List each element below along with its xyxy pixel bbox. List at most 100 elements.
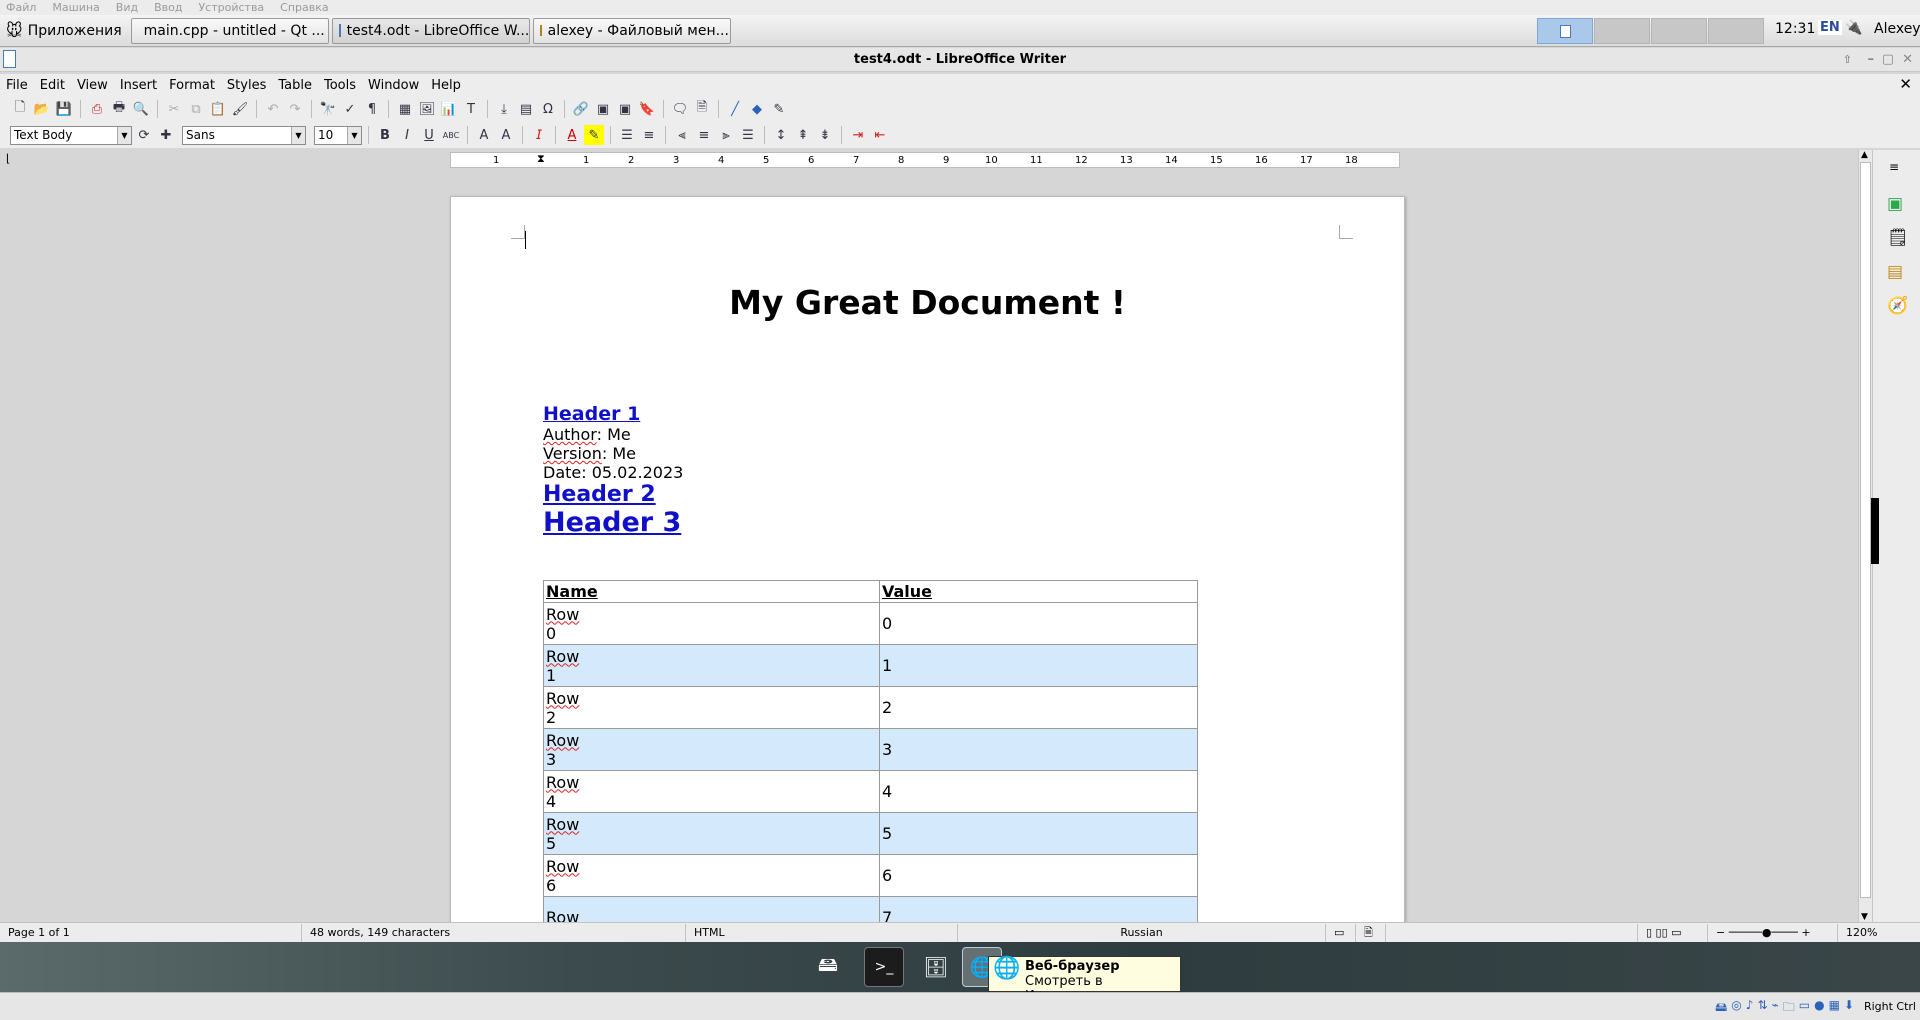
header-2-link[interactable]: Header 2 [543, 482, 683, 508]
zoom-percent[interactable]: 120% [1838, 924, 1885, 942]
menu-insert[interactable]: Insert [114, 78, 163, 93]
taskbar-item-files[interactable]: alexey - Файловый мен... [532, 17, 731, 44]
scroll-up-icon[interactable]: ▲ [1861, 150, 1868, 160]
menu-file[interactable]: File [0, 78, 34, 93]
increase-paragraph-spacing-icon[interactable]: ⇞ [793, 125, 813, 145]
minimize-icon[interactable]: – [1868, 48, 1875, 72]
scroll-down-icon[interactable]: ▼ [1861, 912, 1868, 922]
menu-edit[interactable]: Edit [34, 78, 71, 93]
table-cell-name[interactable]: Row 1 [543, 644, 880, 687]
shared-folders-icon[interactable]: 🗀 [1783, 998, 1795, 1019]
decrease-paragraph-spacing-icon[interactable]: ⇟ [815, 125, 835, 145]
video-capture-icon[interactable]: ● [1814, 998, 1824, 1019]
table-cell-name[interactable]: Row 5 [543, 812, 880, 855]
table-cell-name[interactable]: Row 0 [543, 602, 880, 645]
save-icon[interactable]: 💾 [54, 99, 74, 119]
vm-menu-machine[interactable]: Машина [52, 1, 99, 14]
align-right-icon[interactable]: ⫸ [716, 125, 736, 145]
highlight-color-icon[interactable]: ✎ [584, 125, 604, 145]
spelling-icon[interactable]: ✓ [340, 99, 360, 119]
grow-font-icon[interactable]: A [474, 125, 494, 145]
close-document-icon[interactable]: ✕ [1899, 75, 1912, 93]
table-cell-name[interactable]: Row 6 [543, 854, 880, 897]
vm-menu-file[interactable]: Файл [6, 1, 36, 14]
chevron-down-icon[interactable]: ▼ [347, 126, 361, 144]
maximize-icon[interactable]: ▢ [1882, 48, 1894, 72]
increase-indent-icon[interactable]: ⇥ [848, 125, 868, 145]
view-layout-icons[interactable]: ▯ ▯▯ ▭ [1638, 923, 1708, 942]
paragraph-style-combo[interactable]: Text Body ▼ [10, 125, 132, 145]
gallery-icon[interactable]: ▤ [1887, 262, 1903, 282]
table-cell-value[interactable]: 3 [879, 728, 1198, 771]
basic-shapes-icon[interactable]: ◆ [747, 99, 767, 119]
insert-image-icon[interactable]: 🖼 [417, 99, 437, 119]
update-style-icon[interactable]: ⟳ [134, 125, 154, 145]
menu-format[interactable]: Format [163, 78, 221, 93]
footnote-icon[interactable]: ▣ [593, 99, 613, 119]
table-cell-value[interactable]: 6 [879, 854, 1198, 897]
menu-window[interactable]: Window [362, 78, 425, 93]
word-count[interactable]: 48 words, 149 characters [302, 923, 686, 942]
italic-icon[interactable]: I [397, 125, 417, 145]
insert-textbox-icon[interactable]: T [461, 99, 481, 119]
workspace-3[interactable] [1651, 18, 1707, 44]
bold-icon[interactable]: B [375, 125, 395, 145]
copy-icon[interactable]: ⧉ [186, 99, 206, 119]
vm-menu-view[interactable]: Вид [116, 1, 138, 14]
menu-view[interactable]: View [71, 78, 114, 93]
table-cell-value[interactable]: 2 [879, 686, 1198, 729]
align-left-icon[interactable]: ⫷ [672, 125, 692, 145]
header-1-link[interactable]: Header 1 [543, 403, 683, 425]
menu-styles[interactable]: Styles [221, 78, 272, 93]
font-color-icon[interactable]: A [562, 125, 582, 145]
window-up-icon[interactable]: ⇧ [1843, 48, 1852, 72]
formatting-marks-icon[interactable]: ¶ [362, 99, 382, 119]
table-header-cell[interactable]: Value [879, 580, 1198, 603]
undo-icon[interactable]: ↶ [263, 99, 283, 119]
close-window-icon[interactable]: ✕ [1902, 48, 1913, 72]
vertical-scrollbar[interactable]: ▲ ▼ [1858, 150, 1872, 922]
comment-icon[interactable]: 🗨 [670, 99, 690, 119]
bookmark-icon[interactable]: 🔖 [637, 99, 657, 119]
new-document-icon[interactable]: 🗋 [10, 99, 30, 119]
vm-menu-input[interactable]: Ввод [154, 1, 182, 14]
network-adapter-icon[interactable]: ⇅ [1757, 998, 1767, 1019]
workspace-1[interactable] [1537, 18, 1593, 44]
vm-menu-help[interactable]: Справка [280, 1, 328, 14]
align-center-icon[interactable]: ≡ [694, 125, 714, 145]
cut-icon[interactable]: ✂ [164, 99, 184, 119]
tab-stop-selector-icon[interactable]: ⌊ [6, 152, 10, 165]
cpu-icon[interactable]: ▦ [1829, 998, 1840, 1019]
terminal-icon[interactable]: >_ [864, 947, 904, 987]
page-break-icon[interactable]: ⤓ [494, 99, 514, 119]
data-table[interactable]: Name Value Row 0 0 Row 1 1 Row 2 2 Row 3 3 R… [543, 580, 1198, 925]
clear-formatting-icon[interactable]: 𝘐 [529, 125, 549, 145]
open-icon[interactable]: 📂 [32, 99, 52, 119]
insert-chart-icon[interactable]: 📊 [439, 99, 459, 119]
chevron-down-icon[interactable]: ▼ [291, 126, 305, 144]
decrease-indent-icon[interactable]: ⇤ [870, 125, 890, 145]
menu-table[interactable]: Table [272, 78, 318, 93]
redo-icon[interactable]: ↷ [285, 99, 305, 119]
table-cell-name[interactable]: Row 2 [543, 686, 880, 729]
display-icon[interactable]: ▭ [1799, 998, 1810, 1019]
table-header-cell[interactable]: Name [543, 580, 880, 603]
insert-field-icon[interactable]: ▤ [516, 99, 536, 119]
optical-drive-icon[interactable]: ◎ [1731, 998, 1741, 1019]
indent-marker-icon[interactable]: ⧗ [537, 152, 545, 166]
applications-menu-button[interactable]: 🐭 Приложения [0, 17, 128, 45]
properties-icon[interactable]: ▣ [1887, 194, 1903, 214]
zoom-slider[interactable]: − ─────●──── + [1708, 923, 1838, 942]
menu-help[interactable]: Help [425, 78, 467, 93]
usb-icon[interactable]: ⌁ [1772, 998, 1779, 1019]
new-style-icon[interactable]: ✚ [156, 125, 176, 145]
endnote-icon[interactable]: ▣ [615, 99, 635, 119]
sidebar-collapse-handle[interactable] [1871, 498, 1879, 564]
header-3-link[interactable]: Header 3 [543, 508, 683, 538]
workspace-2[interactable] [1594, 18, 1650, 44]
user-name[interactable]: Alexey [1874, 21, 1920, 37]
table-cell-value[interactable]: 0 [879, 602, 1198, 645]
justify-icon[interactable]: ☰ [738, 125, 758, 145]
underline-icon[interactable]: U [419, 125, 439, 145]
insert-mode-icon[interactable]: ▭ [1326, 923, 1356, 942]
